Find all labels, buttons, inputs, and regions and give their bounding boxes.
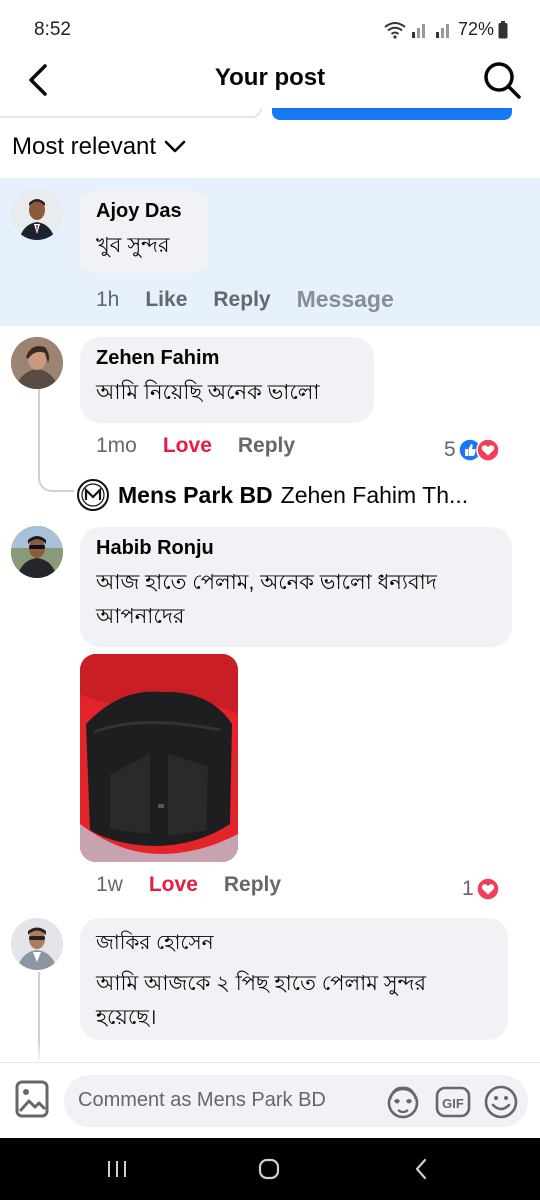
scroll-fade xyxy=(0,1040,540,1064)
avatar-sticker-icon xyxy=(387,1086,419,1119)
status-icons: 72% xyxy=(384,19,508,40)
avatar[interactable] xyxy=(11,337,63,389)
love-button[interactable]: Love xyxy=(163,434,212,458)
gif-label: GIF xyxy=(442,1096,464,1111)
back-nav-button[interactable] xyxy=(406,1154,436,1184)
reaction-summary[interactable]: 5 xyxy=(444,438,500,462)
comment-author[interactable]: Ajoy Das xyxy=(96,200,192,223)
avatar-person-icon xyxy=(11,526,63,578)
comment-author[interactable]: জাকির হোসেন xyxy=(96,928,492,961)
gif-icon: GIF xyxy=(435,1086,471,1118)
comment-author[interactable]: Habib Ronju xyxy=(96,537,496,560)
signal-icon xyxy=(411,23,425,38)
reply-preview[interactable]: Mens Park BD Zehen Fahim Th... xyxy=(76,478,468,512)
comment-actions: 1mo Love Reply xyxy=(96,434,321,458)
comment-placeholder: Comment as Mens Park BD xyxy=(78,1089,326,1111)
reaction-count: 5 xyxy=(444,438,456,461)
comment-text: আজ হাতে পেলাম, অনেক ভালো ধন্যবাদ আপনাদের xyxy=(96,571,437,628)
comment-time: 1mo xyxy=(96,434,137,457)
comment-time: 1h xyxy=(96,287,120,311)
emoji-button[interactable] xyxy=(482,1083,520,1121)
recents-icon xyxy=(108,1161,126,1177)
reaction-summary[interactable]: 1 xyxy=(462,877,500,901)
message-button[interactable]: Message xyxy=(297,286,394,313)
comment-bubble[interactable]: Zehen Fahim আমি নিয়েছি অনেক ভালো xyxy=(80,337,374,423)
system-nav-bar xyxy=(0,1138,540,1200)
recents-button[interactable] xyxy=(102,1154,132,1184)
reply-button[interactable]: Reply xyxy=(224,873,281,897)
photo-button[interactable] xyxy=(14,1079,50,1119)
tab-inactive[interactable] xyxy=(0,108,262,118)
page-title: Your post xyxy=(214,64,326,91)
sort-label: Most relevant xyxy=(12,133,157,160)
comment-text: আমি নিয়েছি অনেক ভালো xyxy=(96,381,320,404)
comment-bubble[interactable]: Ajoy Das খুব সুন্দর xyxy=(80,190,208,274)
thread-connector xyxy=(38,466,74,492)
comment-author[interactable]: Zehen Fahim xyxy=(96,347,358,370)
comment-time: 1w xyxy=(96,873,123,896)
love-reaction-icon xyxy=(475,438,500,462)
back-nav-icon xyxy=(415,1158,427,1180)
avatar[interactable] xyxy=(11,188,63,240)
avatar-person-icon xyxy=(11,337,63,389)
sort-dropdown[interactable]: Most relevant xyxy=(12,133,186,161)
wifi-icon xyxy=(384,21,406,39)
battery-percent: 72% xyxy=(457,19,494,39)
signal-icon-2 xyxy=(435,23,449,38)
reply-button[interactable]: Reply xyxy=(213,288,270,312)
comment-bar: Comment as Mens Park BD GIF xyxy=(0,1062,540,1138)
comment-bubble[interactable]: জাকির হোসেন আমি আজকে ২ পিছ হাতে পেলাম সু… xyxy=(80,918,508,1040)
comment-actions: 1h Like Reply Message xyxy=(96,286,394,313)
thread-line xyxy=(38,388,40,468)
smiley-icon xyxy=(484,1085,518,1119)
tab-strip xyxy=(0,108,540,122)
comment-actions: 1w Love Reply xyxy=(96,873,307,897)
love-button[interactable]: Love xyxy=(149,873,198,897)
page-logo-icon xyxy=(77,479,109,511)
comment-text: খুব সুন্দর xyxy=(96,234,170,257)
avatar-person-icon xyxy=(11,188,63,240)
reply-button[interactable]: Reply xyxy=(238,434,295,458)
home-button[interactable] xyxy=(254,1154,284,1184)
image-icon xyxy=(15,1080,49,1118)
comment-bubble[interactable]: Habib Ronju আজ হাতে পেলাম, অনেক ভালো ধন্… xyxy=(80,527,512,647)
reply-snippet: Zehen Fahim Th... xyxy=(280,481,469,508)
avatar-person-icon xyxy=(11,918,63,970)
status-bar: 8:52 72% xyxy=(0,0,540,60)
status-time: 8:52 xyxy=(34,19,71,40)
reply-page-name: Mens Park BD xyxy=(118,481,273,508)
like-button[interactable]: Like xyxy=(145,288,187,312)
avatar-sticker-button[interactable] xyxy=(384,1083,422,1121)
comment-text: আমি আজকে ২ পিছ হাতে পেলাম সুন্দর হয়েছে। xyxy=(96,972,426,1029)
comment-input[interactable]: Comment as Mens Park BD GIF xyxy=(64,1075,528,1127)
photo-jacket-image xyxy=(80,654,238,862)
gif-button[interactable]: GIF xyxy=(434,1083,472,1121)
screen: 8:52 72% Your post Most relevant Ajoy Da… xyxy=(0,0,540,1200)
comment-photo[interactable] xyxy=(80,654,238,862)
search-button[interactable] xyxy=(480,58,524,102)
love-reaction-icon xyxy=(475,877,500,901)
home-icon xyxy=(258,1158,280,1180)
chevron-down-icon xyxy=(164,140,186,153)
reaction-count: 1 xyxy=(462,877,474,900)
tab-active[interactable] xyxy=(272,108,512,120)
avatar[interactable] xyxy=(11,526,63,578)
search-icon xyxy=(484,62,521,99)
battery-icon xyxy=(498,20,508,38)
avatar[interactable] xyxy=(11,918,63,970)
